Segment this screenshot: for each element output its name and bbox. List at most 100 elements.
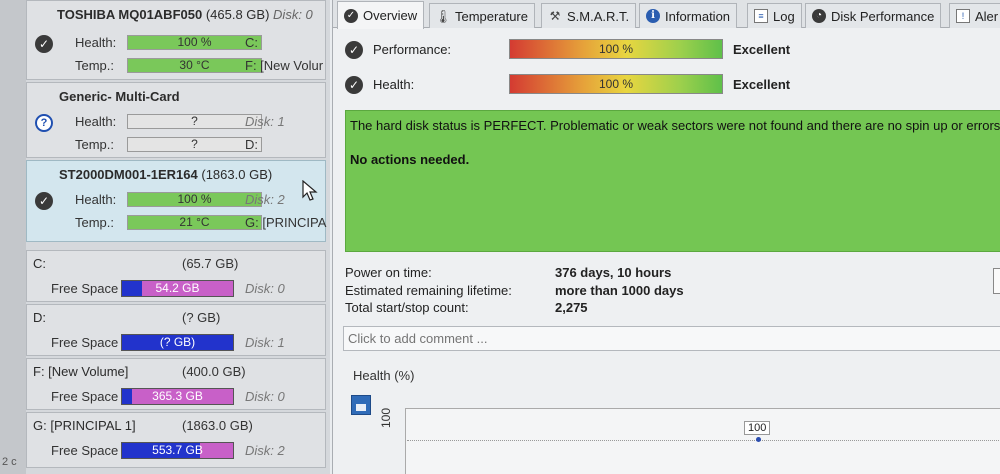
- chart-data-point: [756, 437, 761, 442]
- health-label: Health:: [75, 192, 117, 207]
- health-chart-label: Health (%): [353, 368, 415, 383]
- disk-name: Generic- Multi-Card: [59, 89, 180, 104]
- temp-value: ?: [191, 137, 198, 151]
- temp-bar: 21 °C: [127, 215, 262, 230]
- check-circle-icon: ✓: [345, 41, 363, 59]
- partition-item-g[interactable]: G: [PRINCIPAL 1] (1863.0 GB) Free Space …: [26, 412, 326, 468]
- disk-item-multicard[interactable]: Generic- Multi-Card ? Health: ? Disk: 1 …: [26, 82, 326, 158]
- disk-number: Disk: 1: [245, 114, 285, 129]
- mouse-cursor-icon: [302, 180, 318, 201]
- chart-data-label: 100: [744, 421, 771, 435]
- tab-overview[interactable]: ✓ Overview: [337, 1, 425, 29]
- disk-name: TOSHIBA MQ01ABF050: [57, 7, 203, 22]
- tab-smart[interactable]: ⚒ S.M.A.R.T.: [541, 3, 637, 28]
- tab-log[interactable]: ≡ Log: [747, 3, 802, 28]
- status-message: The hard disk status is PERFECT. Problem…: [350, 118, 1000, 133]
- tab-label: Aler: [975, 8, 999, 24]
- tab-information[interactable]: i Information: [639, 3, 738, 28]
- info-icon: i: [646, 9, 660, 23]
- health-bar: 100 %: [127, 35, 262, 50]
- health-row: ✓ Health: 100 % Excellent: [333, 73, 1000, 97]
- disk-drive-letter: D:: [245, 137, 258, 152]
- temp-label: Temp.:: [75, 137, 115, 152]
- health-chart: [405, 408, 1000, 474]
- free-space-bar: 365.3 GB: [121, 388, 234, 405]
- health-label: Health:: [373, 77, 415, 92]
- disk-item-toshiba[interactable]: TOSHIBA MQ01ABF050 (465.8 GB) Disk: 0 ✓ …: [26, 0, 326, 80]
- partition-size: (1863.0 GB): [182, 418, 253, 433]
- partition-item-c[interactable]: C: (65.7 GB) Free Space 54.2 GB Disk: 0: [26, 250, 326, 302]
- comment-input[interactable]: [343, 326, 1000, 351]
- health-value: ?: [191, 114, 198, 128]
- tab-disk-performance[interactable]: ◔ Disk Performance: [805, 3, 942, 28]
- alert-icon: !: [956, 9, 970, 23]
- startstop-value: 2,275: [555, 300, 588, 315]
- free-space-bar: 54.2 GB: [121, 280, 234, 297]
- performance-label: Performance:: [373, 42, 452, 57]
- partition-size: (400.0 GB): [182, 364, 246, 379]
- temp-bar: 30 °C: [127, 58, 262, 73]
- save-icon[interactable]: [351, 395, 371, 415]
- health-value: 100 %: [177, 192, 212, 206]
- startstop-label: Total start/stop count:: [345, 300, 469, 315]
- disk-number: Disk: 0: [273, 7, 313, 22]
- disk-volume-label: F: [New Volur: [245, 58, 324, 73]
- disk-list-panel: 2 c TOSHIBA MQ01ABF050 (465.8 GB) Disk: …: [0, 0, 330, 474]
- partition-size: (65.7 GB): [182, 256, 239, 271]
- power-on-value: 376 days, 10 hours: [555, 265, 672, 280]
- disk-size: (1863.0 GB): [201, 167, 273, 182]
- partition-name: F: [New Volume]: [33, 364, 129, 379]
- chart-y-tick-label: 100: [379, 407, 393, 428]
- health-label: Health:: [75, 114, 117, 129]
- check-circle-icon: ✓: [345, 76, 363, 94]
- disk-item-st2000[interactable]: ST2000DM001-1ER164 (1863.0 GB) ✓ Health:…: [26, 160, 326, 242]
- lifetime-label: Estimated remaining lifetime:: [345, 283, 512, 298]
- partition-item-d[interactable]: D: (? GB) Free Space (? GB) Disk: 1: [26, 304, 326, 356]
- performance-row: ✓ Performance: 100 % Excellent: [333, 38, 1000, 62]
- tab-label: Disk Performance: [831, 8, 935, 24]
- partition-size: (? GB): [182, 310, 221, 325]
- status-message-box: The hard disk status is PERFECT. Problem…: [345, 110, 1000, 252]
- free-space-label: Free Space: [51, 443, 119, 458]
- free-space-bar: 553.7 GB: [121, 442, 234, 459]
- partition-disk: Disk: 0: [245, 281, 285, 296]
- temp-value: 30 °C: [179, 58, 210, 72]
- thermometer-icon: 🌡: [434, 8, 452, 24]
- partition-disk: Disk: 1: [245, 335, 285, 350]
- check-circle-icon: ✓: [35, 192, 53, 210]
- left-edge-strip: 2 c: [0, 0, 26, 474]
- tools-icon: ⚒: [549, 9, 561, 23]
- performance-value: 100 %: [598, 42, 634, 56]
- tab-label: Temperature: [455, 8, 528, 24]
- tab-bar: ✓ Overview 🌡 Temperature ⚒ S.M.A.R.T. i …: [333, 0, 1000, 29]
- health-rating: Excellent: [733, 77, 791, 92]
- partition-name: C:: [33, 256, 46, 271]
- tab-label: Information: [665, 8, 731, 24]
- temp-bar: ?: [127, 137, 262, 152]
- lifetime-value: more than 1000 days: [555, 283, 684, 298]
- temp-label: Temp.:: [75, 215, 115, 230]
- side-scroll-handle[interactable]: [993, 268, 1000, 294]
- details-panel: ✓ Overview 🌡 Temperature ⚒ S.M.A.R.T. i …: [332, 0, 1000, 474]
- log-icon: ≡: [754, 9, 768, 23]
- action-message: No actions needed.: [350, 152, 470, 167]
- tab-alerts[interactable]: ! Aler: [949, 3, 1000, 28]
- tab-label: Overview: [363, 8, 418, 23]
- power-on-label: Power on time:: [345, 265, 432, 280]
- health-bar: 100 %: [509, 74, 723, 94]
- partition-name: D:: [33, 310, 46, 325]
- temp-label: Temp.:: [75, 58, 115, 73]
- free-space-value: 553.7 GB: [152, 443, 203, 457]
- free-space-value: 365.3 GB: [152, 389, 203, 403]
- chart-gridline: [407, 440, 1000, 441]
- health-label: Health:: [75, 35, 117, 50]
- disk-name: ST2000DM001-1ER164: [59, 167, 198, 182]
- free-space-value: (? GB): [159, 335, 196, 349]
- health-bar: ?: [127, 114, 262, 129]
- free-space-bar: (? GB): [121, 334, 234, 351]
- health-value: 100 %: [598, 77, 634, 91]
- free-space-label: Free Space: [51, 389, 119, 404]
- free-space-label: Free Space: [51, 335, 119, 350]
- tab-temperature[interactable]: 🌡 Temperature: [429, 3, 535, 28]
- partition-item-f[interactable]: F: [New Volume] (400.0 GB) Free Space 36…: [26, 358, 326, 410]
